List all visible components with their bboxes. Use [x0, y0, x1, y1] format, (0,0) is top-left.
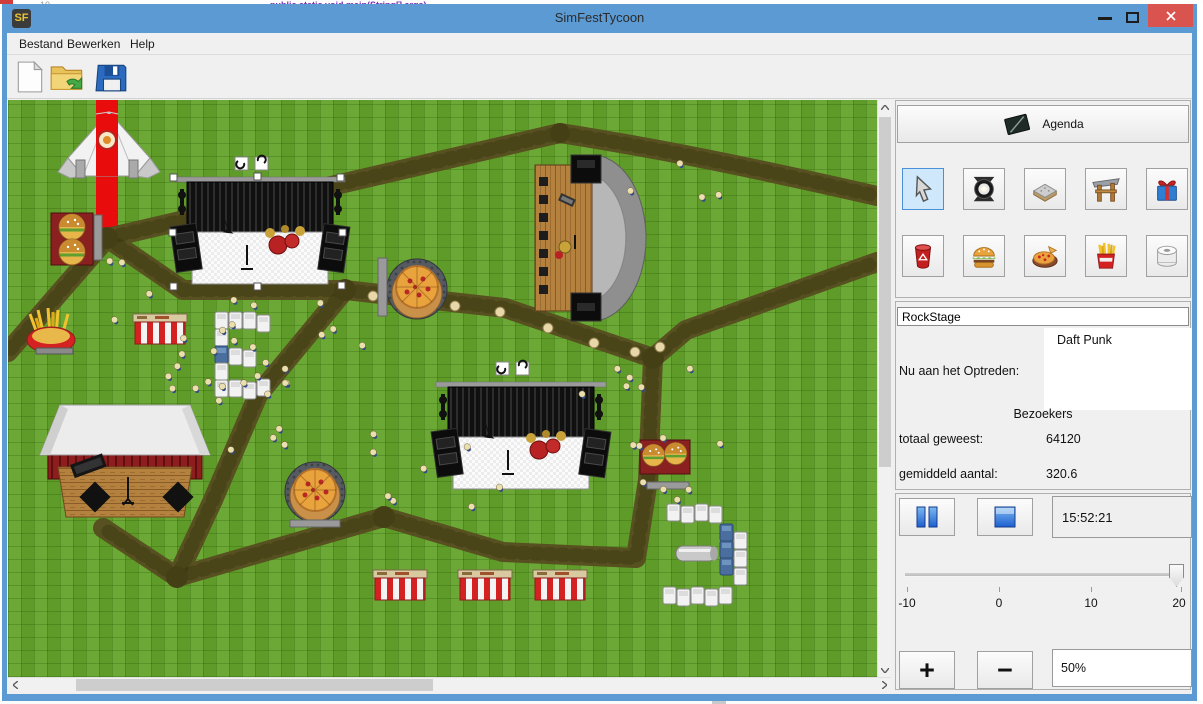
- tool-entrance-button[interactable]: [1085, 168, 1127, 210]
- slider-tick-0: 0: [982, 596, 1016, 610]
- bench[interactable]: [94, 215, 102, 260]
- open-file-button[interactable]: [49, 59, 85, 97]
- toilet-paper-icon: [1152, 241, 1182, 271]
- bench[interactable]: [378, 258, 387, 316]
- open-file-icon: [49, 59, 85, 95]
- stat-average-label: gemiddeld aantal:: [899, 467, 998, 481]
- now-performing-label: Nu aan het Optreden:: [899, 364, 1019, 378]
- scroll-up-arrow[interactable]: [878, 100, 892, 114]
- generator[interactable]: [676, 546, 718, 561]
- tool-present-button[interactable]: [1146, 168, 1188, 210]
- bench[interactable]: [290, 520, 340, 527]
- agenda-label: Agenda: [1042, 117, 1083, 131]
- agenda-button[interactable]: Agenda: [897, 105, 1189, 143]
- scroll-right-arrow[interactable]: [877, 678, 891, 692]
- scroll-left-arrow[interactable]: [8, 678, 22, 692]
- menu-help[interactable]: Help: [126, 36, 159, 52]
- agenda-book-icon: [1002, 112, 1032, 136]
- clock-display: 15:52:21: [1052, 496, 1192, 538]
- visitors-title: Bezoekers: [895, 407, 1191, 421]
- present-icon: [1152, 174, 1182, 204]
- trash-can-icon: [908, 241, 938, 271]
- zoom-in-button[interactable]: +: [899, 651, 955, 689]
- stop-icon: [992, 505, 1018, 529]
- tool-toilet-button[interactable]: [1146, 235, 1188, 277]
- fries-icon: [1091, 241, 1121, 271]
- close-icon: [1165, 10, 1177, 22]
- festival-map-canvas[interactable]: [8, 100, 877, 677]
- title-bar[interactable]: SF SimFestTycoon: [2, 4, 1197, 33]
- pizza-stand-2[interactable]: [285, 462, 345, 522]
- second-stage[interactable]: [431, 361, 611, 489]
- scroll-down-arrow[interactable]: [878, 663, 892, 677]
- burger-icon: [969, 241, 999, 271]
- tool-pizza-button[interactable]: [1024, 235, 1066, 277]
- maximize-button[interactable]: [1126, 12, 1139, 23]
- toolbar: [7, 56, 1192, 99]
- market-stall[interactable]: [458, 570, 512, 600]
- burger-stand-2[interactable]: [640, 440, 690, 474]
- tool-fries-button[interactable]: [1085, 235, 1127, 277]
- tool-trash-button[interactable]: [902, 235, 944, 277]
- menu-bestand[interactable]: Bestand: [15, 36, 67, 52]
- amphitheater-stage[interactable]: [535, 155, 646, 321]
- pause-button[interactable]: [899, 498, 955, 536]
- pizza-icon: [1030, 241, 1060, 271]
- stat-average-value: 320.6: [1046, 467, 1077, 481]
- tool-burger-button[interactable]: [963, 235, 1005, 277]
- window-border: [2, 694, 1197, 701]
- window-border: [2, 33, 7, 694]
- new-file-button[interactable]: [13, 59, 49, 97]
- bench[interactable]: [647, 482, 689, 489]
- stat-total-value: 64120: [1046, 432, 1081, 446]
- tool-select-button[interactable]: [902, 168, 944, 210]
- stat-total-label: totaal geweest:: [899, 432, 983, 446]
- now-performing-value: Daft Punk: [1057, 333, 1112, 347]
- window-border: [1192, 33, 1197, 694]
- pizza-stand[interactable]: [387, 259, 447, 319]
- horizontal-scroll-thumb[interactable]: [76, 679, 433, 691]
- market-stall[interactable]: [133, 314, 187, 344]
- curtain-stage[interactable]: [40, 405, 210, 517]
- menu-bewerken[interactable]: Bewerken: [63, 36, 124, 52]
- market-stall[interactable]: [533, 570, 587, 600]
- app-window: SF SimFestTycoon Bestand Bewerken Help: [2, 4, 1197, 701]
- minimize-button[interactable]: [1098, 17, 1112, 20]
- stage-name-input[interactable]: [897, 307, 1189, 326]
- burger-stand[interactable]: [51, 213, 93, 265]
- vertical-scroll-thumb[interactable]: [879, 117, 891, 467]
- slider-tick-10: 10: [1074, 596, 1108, 610]
- tool-stage-button[interactable]: [963, 168, 1005, 210]
- map-vertical-scrollbar[interactable]: [877, 100, 891, 677]
- save-icon: [95, 59, 129, 95]
- cursor-icon: [908, 174, 938, 204]
- entrance-tent[interactable]: [58, 112, 160, 178]
- entrance-gate-icon: [1091, 174, 1121, 204]
- stop-button[interactable]: [977, 498, 1033, 536]
- map-horizontal-scrollbar[interactable]: [8, 677, 891, 691]
- now-performing-box: Daft Punk: [1044, 328, 1192, 410]
- path-tile-icon: [1030, 174, 1060, 204]
- slider-tick-minus10: -10: [890, 596, 924, 610]
- close-button[interactable]: [1148, 4, 1193, 27]
- tool-path-button[interactable]: [1024, 168, 1066, 210]
- speed-slider-track[interactable]: [905, 573, 1183, 577]
- market-stall[interactable]: [373, 570, 427, 600]
- menu-bar: Bestand Bewerken Help: [7, 33, 1192, 55]
- zoom-level-field[interactable]: 50%: [1052, 649, 1192, 687]
- pause-icon: [914, 505, 940, 529]
- zoom-out-button[interactable]: −: [977, 651, 1033, 689]
- spotlight-icon: [969, 174, 999, 204]
- new-file-icon: [13, 59, 47, 95]
- slider-tick-20: 20: [1162, 596, 1196, 610]
- save-button[interactable]: [95, 59, 131, 97]
- window-title: SimFestTycoon: [2, 10, 1197, 25]
